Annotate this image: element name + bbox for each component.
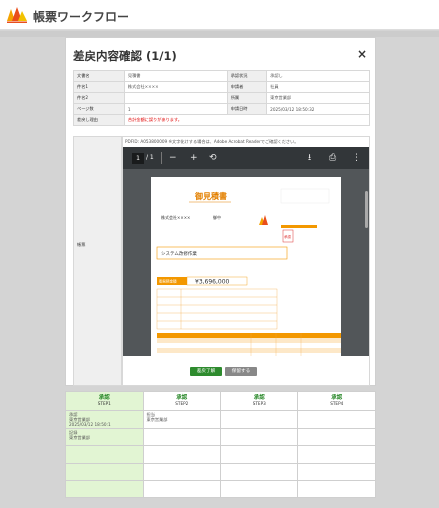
zoom-in-icon[interactable]: +	[190, 152, 198, 164]
step-row	[65, 479, 376, 499]
info-value: 1	[123, 103, 228, 115]
hold-button[interactable]: 保留する	[225, 367, 257, 376]
step-row	[65, 445, 376, 464]
info-row: 件名1 株式会社×××× 申請者 社員	[73, 81, 370, 93]
pdf-scrollbar[interactable]	[365, 191, 368, 228]
info-label: ページ数	[73, 103, 125, 115]
pdf-section: システム改修作業	[161, 250, 197, 257]
step-cell	[220, 410, 299, 429]
more-icon[interactable]: ⋮	[352, 152, 361, 164]
pdf-viewer[interactable]: 1 / 1 − + ⟲ ⭳ ⎙ ⋮ 御見積書 株式会社×××× 御中 承認 シス…	[123, 147, 369, 356]
step-cell	[297, 445, 376, 464]
info-label: 承認状況	[226, 70, 268, 82]
step-header: 承認 STEP4	[297, 391, 376, 411]
info-value: 東京営業部	[266, 92, 370, 104]
close-button[interactable]: ×	[357, 47, 367, 61]
pdf-note: PDFID: A053800009 ※文字化けする場合は、Adobe Acrob…	[125, 139, 299, 144]
print-icon[interactable]: ⎙	[329, 152, 336, 164]
info-label: 所属	[226, 92, 268, 104]
document-cell: PDFID: A053800009 ※文字化けする場合は、Adobe Acrob…	[122, 136, 370, 386]
info-label: 申請日時	[226, 103, 268, 115]
step-row: 承認 東京営業部 2025/03/12 18:50:1 担当 東京営業部	[65, 410, 376, 429]
info-value: 社員	[266, 81, 370, 93]
info-value: 株式会社××××	[123, 81, 228, 93]
download-icon[interactable]: ⭳	[308, 152, 311, 164]
step-cell	[220, 445, 299, 464]
document-label: 帳票	[77, 242, 86, 247]
info-label: 文書名	[73, 70, 125, 82]
step-cell: 承認 東京営業部 2025/03/12 18:50:1	[65, 410, 144, 429]
info-value: 承認し	[266, 70, 370, 82]
info-value: 2025/03/12 18:50:32	[266, 103, 370, 115]
document-label-cell: 帳票	[73, 136, 122, 386]
info-row: 文書名 見積書 承認状況 承認し	[73, 70, 370, 82]
zoom-out-icon[interactable]: −	[169, 152, 177, 164]
rotate-icon[interactable]: ⟲	[209, 152, 217, 164]
pdf-stamp: 承認	[284, 234, 292, 239]
pdf-doc-title: 御見積書	[194, 191, 227, 201]
info-value	[123, 92, 228, 104]
step-cell	[65, 462, 144, 481]
reject-confirm-dialog: 差戻内容確認 (1/1) × 文書名 見積書 承認状況 承認し 件名1 株式会社×××× 申…	[65, 37, 376, 386]
approval-steps-table: 承認 STEP1 承認 STEP2 承認 STEP3 承認 STEP4 承認 東京営業部 20…	[65, 391, 376, 499]
step-row	[65, 462, 376, 481]
pdf-page-input[interactable]: 1	[132, 153, 144, 164]
app-title: 帳票ワークフロー	[33, 10, 130, 24]
step-cell	[297, 479, 376, 499]
info-table: 文書名 見積書 承認状況 承認し 件名1 株式会社×××× 申請者 社員 件名2 所属 東京営業部ペ…	[73, 70, 371, 126]
pdf-page-total: / 1	[146, 154, 154, 161]
pdf-toolbar: 1 / 1 − + ⟲ ⭳ ⎙ ⋮	[123, 147, 369, 169]
reason-value: 合計金額に誤りがあります。	[123, 114, 371, 126]
step-cell	[65, 445, 144, 464]
step-cell	[220, 427, 299, 447]
info-label: 件名2	[73, 92, 125, 104]
step-cell	[297, 427, 376, 447]
step-cell: 記録 東京営業部	[65, 427, 144, 447]
reason-label: 差戻し理由	[73, 114, 125, 126]
reason-row: 差戻し理由 合計金額に誤りがあります。	[73, 114, 371, 126]
dialog-title: 差戻内容確認 (1/1)	[73, 49, 177, 63]
pdf-amount-label: 御見積金額	[159, 279, 177, 284]
step-number: STEP4	[330, 401, 344, 406]
step-cell	[297, 462, 376, 481]
info-label: 申請者	[226, 81, 268, 93]
info-value: 見積書	[123, 70, 228, 82]
acknowledge-reject-button[interactable]: 差戻了解	[190, 367, 222, 376]
step-header: 承認 STEP2	[142, 391, 222, 411]
step-cell	[220, 462, 299, 481]
step-number: STEP2	[175, 401, 189, 406]
dialog-actions: 差戻了解 保留する	[190, 367, 260, 377]
step-cell	[142, 462, 222, 481]
pdf-page: 御見積書 株式会社×××× 御中 承認 システム改修作業 御見積金額 ¥3,69…	[151, 177, 341, 356]
step-cell	[220, 479, 299, 499]
step-number: STEP1	[97, 401, 111, 406]
step-cell	[65, 479, 144, 499]
info-row: ページ数 1 申請日時 2025/03/12 18:50:32	[73, 103, 370, 115]
step-cell	[142, 479, 222, 499]
step-header: 承認 STEP3	[220, 391, 299, 411]
step-cell: 担当 東京営業部	[142, 410, 222, 429]
invoice-preview: 御見積書 株式会社×××× 御中 承認 システム改修作業 御見積金額 ¥3,69…	[156, 188, 341, 356]
step-cell	[142, 445, 222, 464]
app-logo-icon	[7, 7, 27, 23]
info-label: 件名1	[73, 81, 125, 93]
step-cell	[297, 410, 376, 429]
pdf-honorific: 御中	[213, 214, 221, 220]
top-bar: 帳票ワークフロー	[0, 0, 439, 30]
info-row: 件名2 所属 東京営業部	[73, 92, 370, 104]
step-cell	[142, 427, 222, 447]
step-header: 承認 STEP1	[65, 391, 144, 411]
toolbar-divider	[161, 152, 162, 164]
step-number: STEP3	[252, 401, 266, 406]
pdf-company: 株式会社××××	[161, 214, 190, 220]
step-row: 記録 東京営業部	[65, 427, 376, 447]
pdf-amount: ¥3,696,000	[195, 279, 230, 286]
